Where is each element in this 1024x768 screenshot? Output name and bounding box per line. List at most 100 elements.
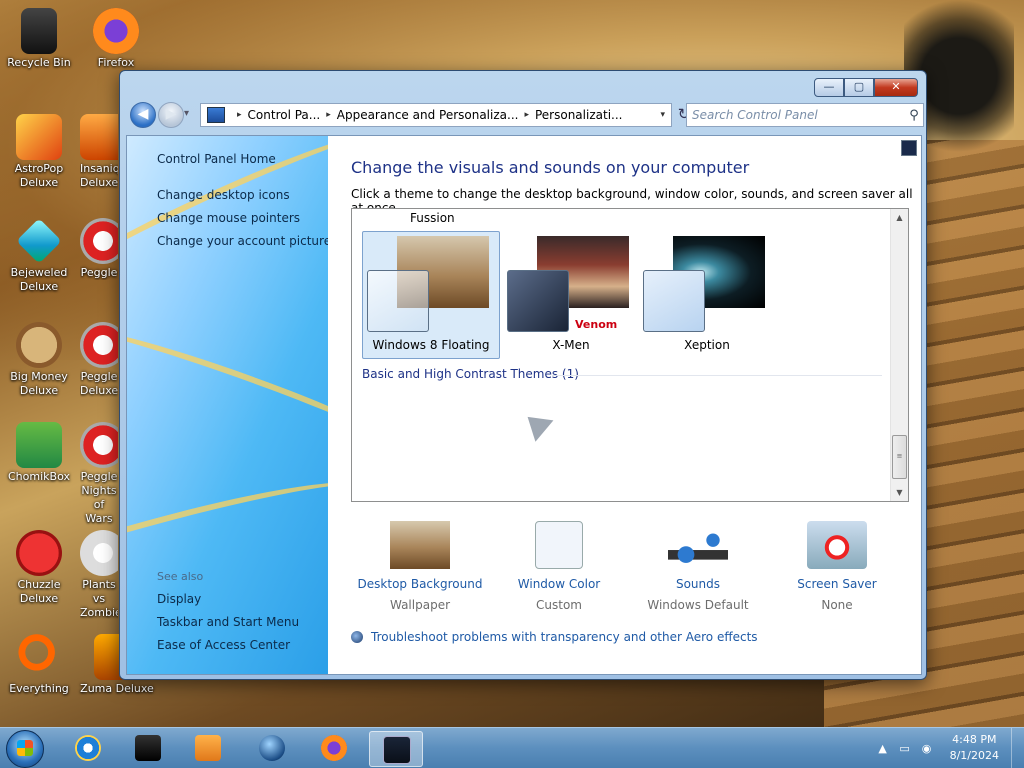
main-content: Change the visuals and sounds on your co… (328, 136, 921, 674)
recycle-bin-icon (135, 735, 161, 761)
theme-list[interactable]: Fussion Windows 8 Floating Venom X-Men X… (351, 208, 909, 502)
theme-list-scrollbar[interactable]: ▲ ≡ ▼ (890, 209, 908, 501)
sidebar-ease-of-access[interactable]: Ease of Access Center (157, 638, 290, 652)
sidebar-control-panel-home[interactable]: Control Panel Home (157, 152, 276, 166)
taskbar: ▲ ▭ ◉ 4:48 PM 8/1/2024 (0, 727, 1024, 768)
screen-saver-setting[interactable]: Screen Saver None (772, 521, 902, 612)
group-divider (552, 375, 882, 376)
plants-icon (80, 530, 118, 576)
maximize-button[interactable]: ▢ (844, 78, 874, 97)
taskbar-firefox[interactable] (308, 731, 360, 765)
mouse-cursor-icon (518, 406, 554, 442)
search-icon[interactable]: ⚲ (905, 108, 923, 123)
window-color-icon (535, 521, 583, 569)
screen-saver-icon (807, 521, 867, 569)
taskbar-globe[interactable] (246, 731, 298, 765)
window-color-setting[interactable]: Window Color Custom (494, 521, 624, 612)
help-icon[interactable] (901, 140, 917, 156)
peggle-icon (80, 218, 118, 264)
desktop-icon-peggle-nights[interactable]: Peggle Nights of Wars (80, 422, 118, 526)
desktop-background-icon (390, 521, 450, 569)
clock-time: 4:48 PM (952, 733, 997, 746)
chomikbox-icon (16, 422, 62, 468)
internet-explorer-icon (75, 735, 101, 761)
taskbar-recycle-bin[interactable] (122, 731, 174, 765)
sidebar-swirl (127, 465, 328, 613)
see-also-heading: See also (157, 570, 204, 583)
navigation-bar: ◀ ▶ ▾ ▸ Control Pa... ▸ Appearance and P… (128, 101, 924, 129)
minimize-button[interactable]: — (814, 78, 844, 97)
taskbar-media-player[interactable] (182, 731, 234, 765)
desktop-icon-recycle-bin[interactable]: Recycle Bin (0, 8, 78, 70)
sidebar-display[interactable]: Display (157, 592, 201, 606)
desktop-icon-big-money[interactable]: Big Money Deluxe (0, 322, 78, 398)
scroll-down-arrow-icon[interactable]: ▼ (891, 484, 908, 501)
clock-date: 8/1/2024 (949, 749, 999, 762)
scroll-thumb[interactable]: ≡ (892, 435, 907, 479)
troubleshoot-link[interactable]: Troubleshoot problems with transparency … (351, 630, 758, 644)
recent-pages-dropdown[interactable]: ▾ (184, 108, 189, 119)
search-box[interactable]: Search Control Panel ⚲ (686, 103, 924, 127)
taskbar-control-panel[interactable] (369, 731, 423, 767)
system-tray: ▲ ▭ ◉ 4:48 PM 8/1/2024 (874, 728, 1024, 768)
sounds-icon (668, 521, 728, 569)
desktop-icon-insaniquarium[interactable]: Insaniquarium Deluxe (80, 114, 118, 190)
peggle-deluxe-icon (80, 322, 118, 368)
start-button[interactable] (6, 730, 44, 768)
desktop-icon-chomikbox[interactable]: ChomikBox (0, 422, 78, 484)
desktop-icon-astropop[interactable]: AstroPop Deluxe (0, 114, 78, 190)
sounds-setting[interactable]: Sounds Windows Default (633, 521, 763, 612)
desktop-icon-peggle-deluxe[interactable]: Peggle Deluxe (80, 322, 118, 398)
theme-window-preview (367, 270, 429, 332)
sidebar-taskbar-start-menu[interactable]: Taskbar and Start Menu (157, 615, 299, 629)
network-icon[interactable]: ▭ (896, 742, 914, 755)
desktop-icon-chuzzle[interactable]: Chuzzle Deluxe (0, 530, 78, 606)
search-input[interactable]: Search Control Panel (687, 108, 905, 122)
taskbar-internet-explorer[interactable] (62, 731, 114, 765)
personalization-window: — ▢ ✕ ◀ ▶ ▾ ▸ Control Pa... ▸ Appearance… (119, 70, 927, 680)
firefox-icon (321, 735, 347, 761)
scroll-up-arrow-icon[interactable]: ▲ (891, 209, 908, 226)
page-title: Change the visuals and sounds on your co… (351, 158, 750, 177)
theme-window-preview (643, 270, 705, 332)
desktop-icon-plants[interactable]: Plants vs Zombies (80, 530, 118, 620)
control-panel-icon (207, 107, 225, 123)
window-client-area: Control Panel Home Change desktop icons … (126, 135, 922, 675)
back-button[interactable]: ◀ (130, 102, 156, 128)
astropop-icon (16, 114, 62, 160)
show-desktop-button[interactable] (1011, 728, 1024, 768)
chuzzle-icon (16, 530, 62, 576)
address-bar[interactable]: ▸ Control Pa... ▸ Appearance and Persona… (200, 103, 672, 127)
basic-high-contrast-group[interactable]: Basic and High Contrast Themes (1) (362, 367, 579, 381)
sidebar-change-account-picture[interactable]: Change your account picture (157, 234, 328, 248)
theme-window-preview (507, 270, 569, 332)
theme-x-men[interactable]: Venom X-Men (502, 231, 640, 359)
xmen-logo: Venom (573, 318, 620, 331)
desktop-icon-bejeweled[interactable]: Bejeweled Deluxe (0, 218, 78, 294)
address-dropdown-icon[interactable]: ▾ (660, 110, 665, 120)
breadcrumb-personalization[interactable]: Personalizati... (535, 108, 622, 122)
desktop-icon-peggle[interactable]: Peggle (80, 218, 118, 280)
theme-xeption[interactable]: Xeption (638, 231, 776, 359)
insaniquarium-icon (80, 114, 118, 160)
sidebar-change-mouse-pointers[interactable]: Change mouse pointers (157, 211, 300, 225)
theme-fussion-label[interactable]: Fussion (410, 211, 455, 225)
forward-button[interactable]: ▶ (158, 102, 184, 128)
clock[interactable]: 4:48 PM 8/1/2024 (950, 732, 999, 764)
desktop-background-setting[interactable]: Desktop Background Wallpaper (355, 521, 485, 612)
volume-icon[interactable]: ◉ (918, 742, 936, 755)
media-player-icon (195, 735, 221, 761)
window-controls: — ▢ ✕ (814, 78, 918, 97)
everything-icon (16, 634, 62, 680)
big-money-icon (16, 322, 62, 368)
desktop-icon-firefox[interactable]: Firefox (78, 8, 154, 70)
close-button[interactable]: ✕ (874, 78, 918, 97)
sidebar-change-desktop-icons[interactable]: Change desktop icons (157, 188, 290, 202)
show-hidden-icons-arrow[interactable]: ▲ (874, 742, 892, 755)
breadcrumb-appearance[interactable]: Appearance and Personaliza... (337, 108, 519, 122)
sidebar-swirl (127, 308, 328, 490)
desktop-icon-everything[interactable]: Everything (0, 634, 78, 696)
bejeweled-icon (16, 218, 62, 264)
breadcrumb-control-panel[interactable]: Control Pa... (248, 108, 321, 122)
theme-windows-8-floating[interactable]: Windows 8 Floating (362, 231, 500, 359)
